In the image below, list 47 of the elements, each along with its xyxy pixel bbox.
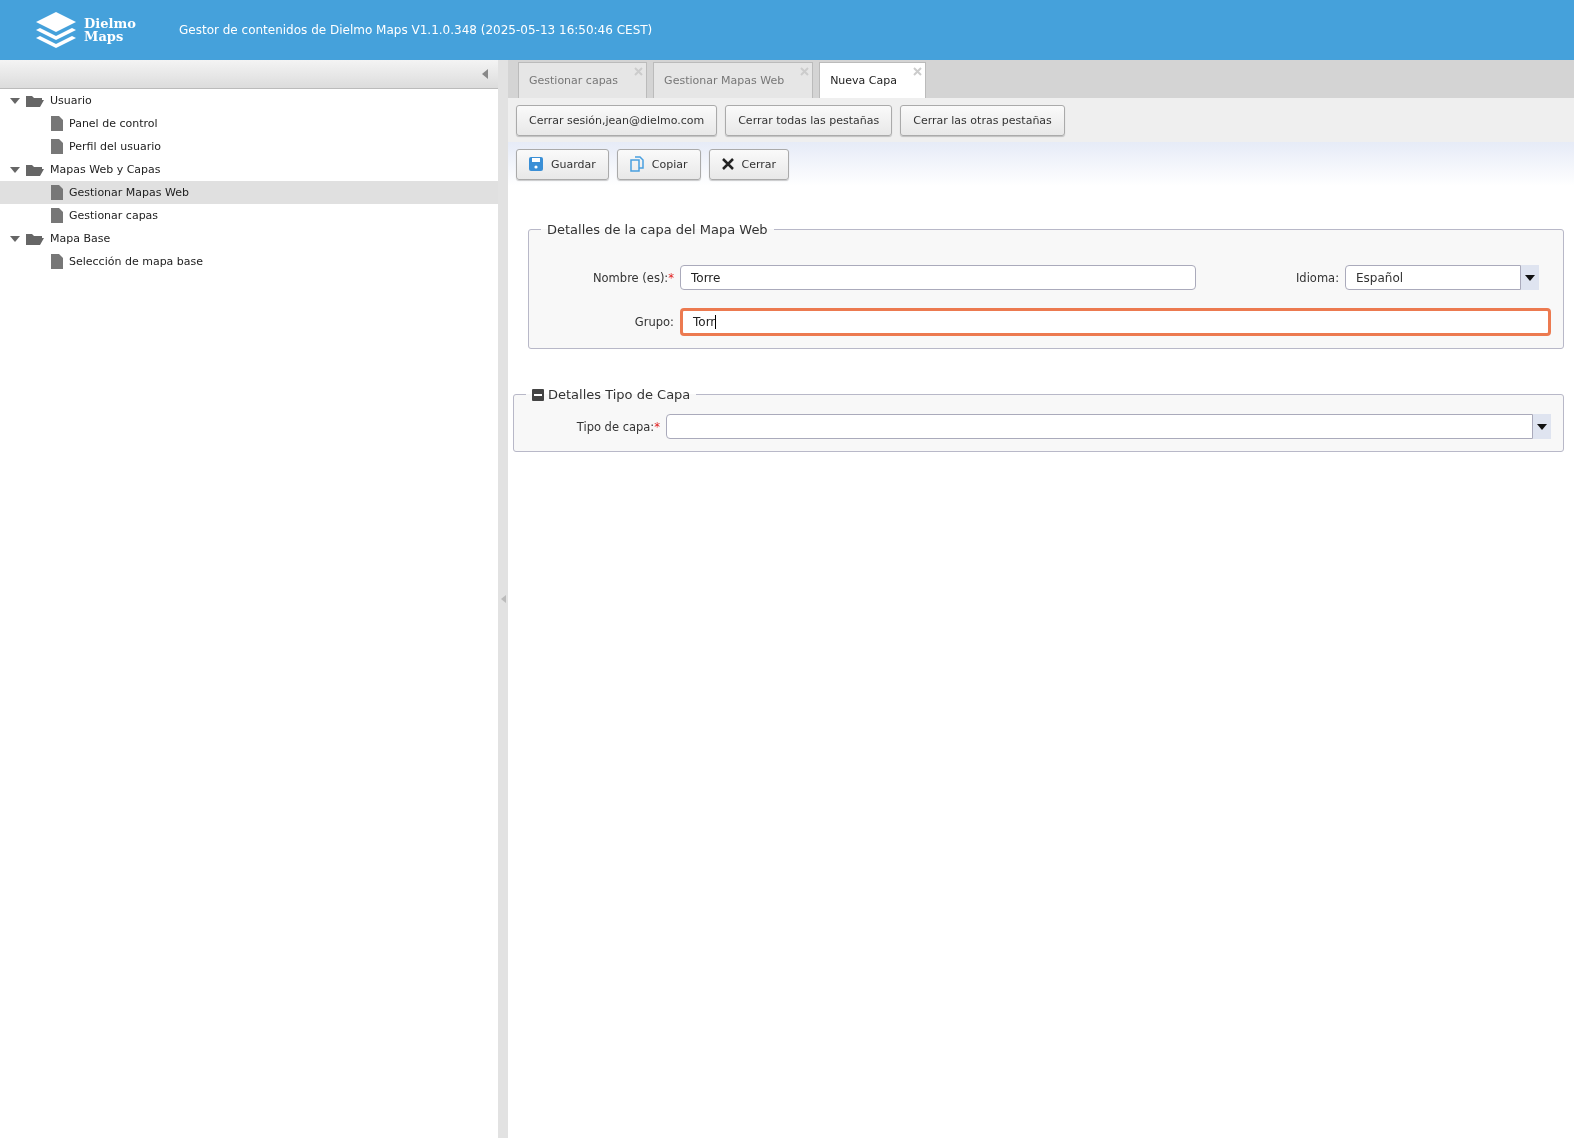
group-field[interactable]: Torr bbox=[680, 308, 1551, 336]
legend-text: Detalles Tipo de Capa bbox=[548, 387, 691, 402]
name-field[interactable]: Torre bbox=[680, 265, 1196, 290]
close-tab-icon[interactable] bbox=[913, 67, 922, 76]
toolbar-button[interactable]: Cerrar las otras pestañas bbox=[900, 104, 1065, 136]
logo-text: Dielmo Maps bbox=[84, 17, 136, 43]
tree-folder-item[interactable]: Mapa Base bbox=[0, 227, 498, 250]
tree-page-item[interactable]: Perfil del usuario bbox=[0, 135, 498, 158]
file-icon bbox=[51, 185, 63, 200]
file-icon bbox=[51, 208, 63, 223]
copy-icon bbox=[629, 156, 644, 172]
folder-icon bbox=[26, 232, 44, 245]
expand-arrow-icon[interactable] bbox=[10, 97, 20, 104]
field-label: Tipo de capa:* bbox=[575, 419, 661, 434]
tab[interactable]: Gestionar capas bbox=[518, 62, 648, 98]
tree-folder-item[interactable]: Mapas Web y Capas bbox=[0, 158, 498, 181]
copy-button[interactable]: Copiar bbox=[616, 148, 701, 180]
tree-page-item[interactable]: Gestionar Mapas Web bbox=[0, 181, 498, 204]
folder-icon bbox=[26, 94, 44, 107]
field-label: Nombre (es):* bbox=[592, 270, 675, 285]
tree-page-item[interactable]: Panel de control bbox=[0, 112, 498, 135]
dropdown-arrow-icon[interactable] bbox=[1537, 423, 1547, 430]
tab[interactable]: Nueva Capa bbox=[819, 62, 926, 98]
collapse-icon[interactable] bbox=[532, 388, 544, 401]
panel-legend: Detalles de la capa del Mapa Web bbox=[541, 222, 774, 237]
tree-folder-item[interactable]: Usuario bbox=[0, 89, 498, 112]
toolbar-button[interactable]: Cerrar todas las pestañas bbox=[725, 104, 893, 136]
collapse-arrow-icon[interactable] bbox=[482, 69, 488, 79]
close-button[interactable]: Cerrar bbox=[708, 148, 790, 180]
file-icon bbox=[51, 254, 63, 269]
expand-arrow-icon[interactable] bbox=[10, 235, 20, 242]
field-label: Grupo: bbox=[633, 315, 675, 329]
layers-logo-icon bbox=[36, 12, 76, 48]
tab[interactable]: Gestionar Mapas Web bbox=[653, 62, 814, 98]
tree-page-item[interactable]: Gestionar capas bbox=[0, 204, 498, 227]
expand-arrow-icon[interactable] bbox=[10, 166, 20, 173]
folder-icon bbox=[26, 163, 44, 176]
app-title: Gestor de contenidos de Dielmo Maps V1.1.0.348 (2025-05-13 16:50:46 CEST) bbox=[179, 23, 653, 37]
close-icon bbox=[721, 158, 734, 170]
save-icon bbox=[529, 157, 543, 171]
file-icon bbox=[51, 139, 63, 154]
toolbar-button[interactable]: Cerrar sesión,jean@dielmo.com bbox=[516, 104, 718, 136]
file-icon bbox=[51, 116, 63, 131]
save-button[interactable]: Guardar bbox=[516, 148, 609, 180]
tree-page-item[interactable]: Selección de mapa base bbox=[0, 250, 498, 273]
field-label: Idioma: bbox=[1294, 270, 1340, 285]
dropdown-arrow-icon[interactable] bbox=[1525, 274, 1535, 281]
